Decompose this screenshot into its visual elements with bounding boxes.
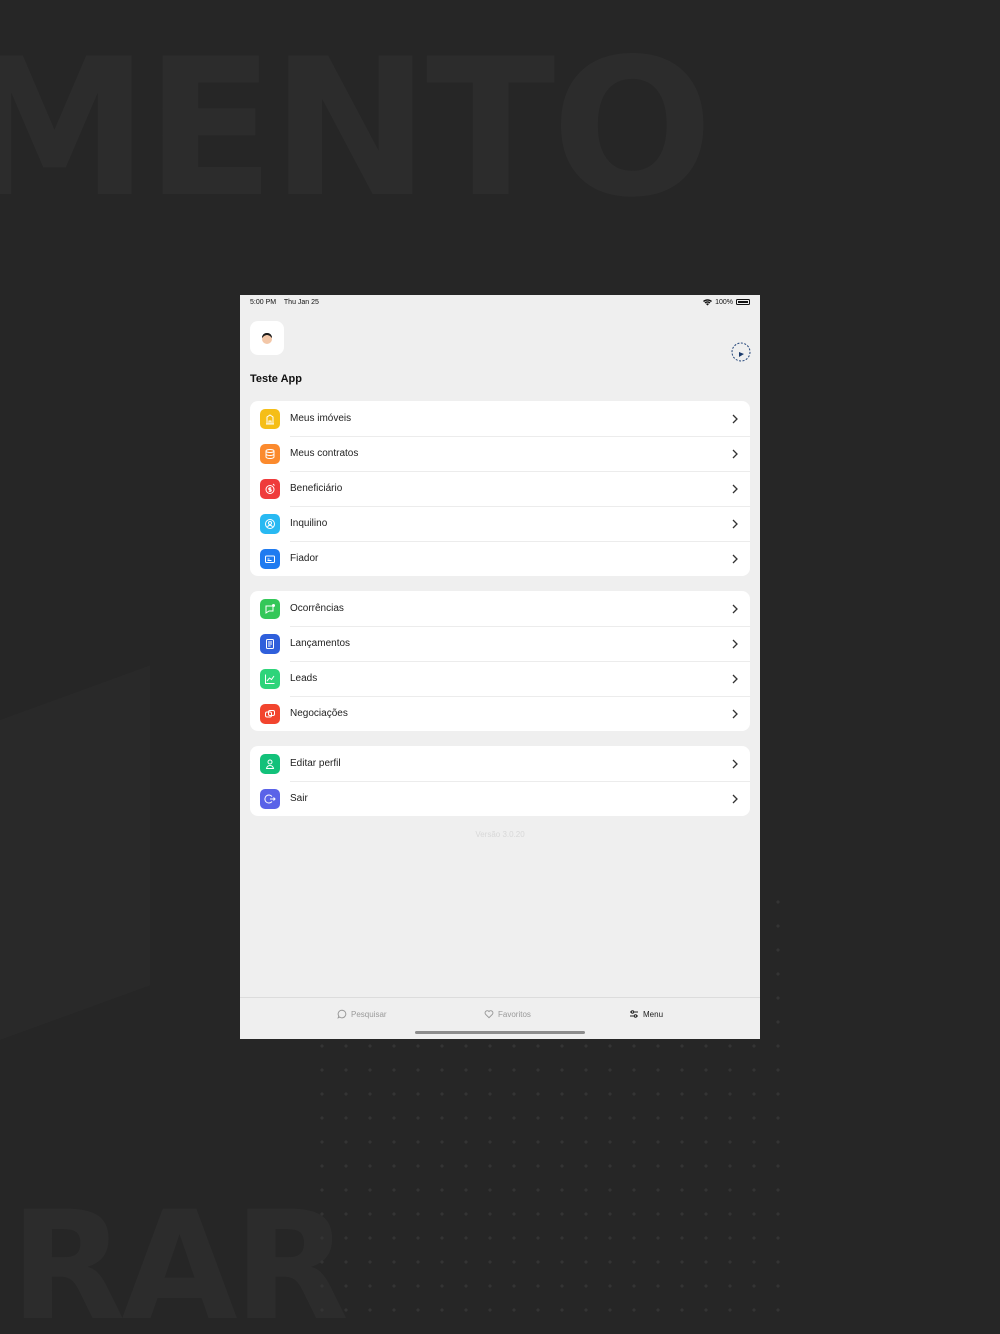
menu-item-label: Negociações xyxy=(290,708,348,719)
menu-item-label: Fiador xyxy=(290,553,319,564)
chevron-right-icon xyxy=(732,794,738,803)
menu-item-label: Lançamentos xyxy=(290,638,351,649)
chevron-right-icon xyxy=(732,414,738,423)
background-text-bottom: RAR xyxy=(10,1180,349,1334)
heart-icon xyxy=(484,1010,494,1019)
menu-group-1: Meus imóveis Meus contratos Beneficiário… xyxy=(250,401,750,576)
menu-item-inquilino[interactable]: Inquilino xyxy=(250,506,750,541)
tab-pesquisar[interactable]: Pesquisar xyxy=(337,1009,387,1019)
battery-icon xyxy=(736,299,750,305)
status-date: Thu Jan 25 xyxy=(283,298,319,306)
menu-group-3: Editar perfil Sair xyxy=(250,746,750,816)
tab-label: Favoritos xyxy=(498,1009,531,1019)
profile-header: Teste App xyxy=(240,309,760,389)
sliders-icon xyxy=(630,1010,638,1018)
building-icon xyxy=(260,408,280,429)
background-text-top: MENTO xyxy=(0,18,713,239)
card-icon xyxy=(260,548,280,569)
menu-item-leads[interactable]: Leads xyxy=(250,661,750,696)
menu-item-editar-perfil[interactable]: Editar perfil xyxy=(250,746,750,781)
money-icon xyxy=(260,478,280,499)
app-version: Versão 3.0.20 xyxy=(475,830,525,839)
menu-item-label: Sair xyxy=(290,793,308,804)
chevron-right-icon xyxy=(732,709,738,718)
home-indicator[interactable] xyxy=(415,1031,585,1034)
menu-item-beneficiario[interactable]: Beneficiário xyxy=(250,471,750,506)
chart-icon xyxy=(260,668,280,689)
menu-item-label: Beneficiário xyxy=(290,483,343,494)
tab-favoritos[interactable]: Favoritos xyxy=(484,1009,531,1019)
tab-label: Pesquisar xyxy=(351,1009,387,1019)
database-icon xyxy=(260,443,280,464)
tab-menu[interactable]: Menu xyxy=(629,1009,663,1019)
menu-item-label: Meus contratos xyxy=(290,448,359,459)
menu-item-label: Inquilino xyxy=(290,518,328,529)
chat-icon xyxy=(260,598,280,619)
menu-item-meus-contratos[interactable]: Meus contratos xyxy=(250,436,750,471)
avatar[interactable] xyxy=(250,321,284,355)
handshake-icon xyxy=(260,703,280,724)
menu-item-meus-imoveis[interactable]: Meus imóveis xyxy=(250,401,750,436)
logout-icon xyxy=(260,788,280,809)
chevron-right-icon xyxy=(732,554,738,563)
contact-icon xyxy=(260,513,280,534)
search-chat-icon xyxy=(337,1009,347,1019)
menu-item-ocorrencias[interactable]: Ocorrências xyxy=(250,591,750,626)
chevron-right-icon xyxy=(732,639,738,648)
menu-item-label: Editar perfil xyxy=(290,758,341,769)
tab-label: Menu xyxy=(643,1009,664,1019)
menu-item-label: Ocorrências xyxy=(290,603,344,614)
app-screen: 5:00 PM Thu Jan 25 100% Teste App Meus i… xyxy=(240,295,760,1039)
tab-bar: Pesquisar Favoritos Menu xyxy=(240,997,760,1039)
chevron-right-icon xyxy=(732,519,738,528)
document-icon xyxy=(260,633,280,654)
chevron-right-icon xyxy=(732,759,738,768)
menu-item-label: Leads xyxy=(290,673,318,684)
person-avatar-icon xyxy=(262,333,272,344)
menu-item-label: Meus imóveis xyxy=(290,413,352,424)
chevron-right-icon xyxy=(732,484,738,493)
chevron-right-icon xyxy=(732,604,738,613)
user-icon xyxy=(260,753,280,774)
menu-item-fiador[interactable]: Fiador xyxy=(250,541,750,576)
menu-group-2: Ocorrências Lançamentos Leads Negociaçõe… xyxy=(250,591,750,731)
status-bar: 5:00 PM Thu Jan 25 100% xyxy=(240,295,760,309)
menu-item-sair[interactable]: Sair xyxy=(250,781,750,816)
menu-item-lancamentos[interactable]: Lançamentos xyxy=(250,626,750,661)
chevron-right-icon xyxy=(732,449,738,458)
chevron-right-icon xyxy=(732,674,738,683)
brand-logo-icon xyxy=(731,342,751,362)
battery-percent: 100% xyxy=(715,298,733,306)
background-shape xyxy=(0,665,150,1055)
profile-name: Teste App xyxy=(250,373,302,385)
menu-item-negociacoes[interactable]: Negociações xyxy=(250,696,750,731)
brand-logo xyxy=(730,341,752,363)
status-time: 5:00 PM xyxy=(250,298,277,306)
wifi-icon xyxy=(703,298,713,305)
